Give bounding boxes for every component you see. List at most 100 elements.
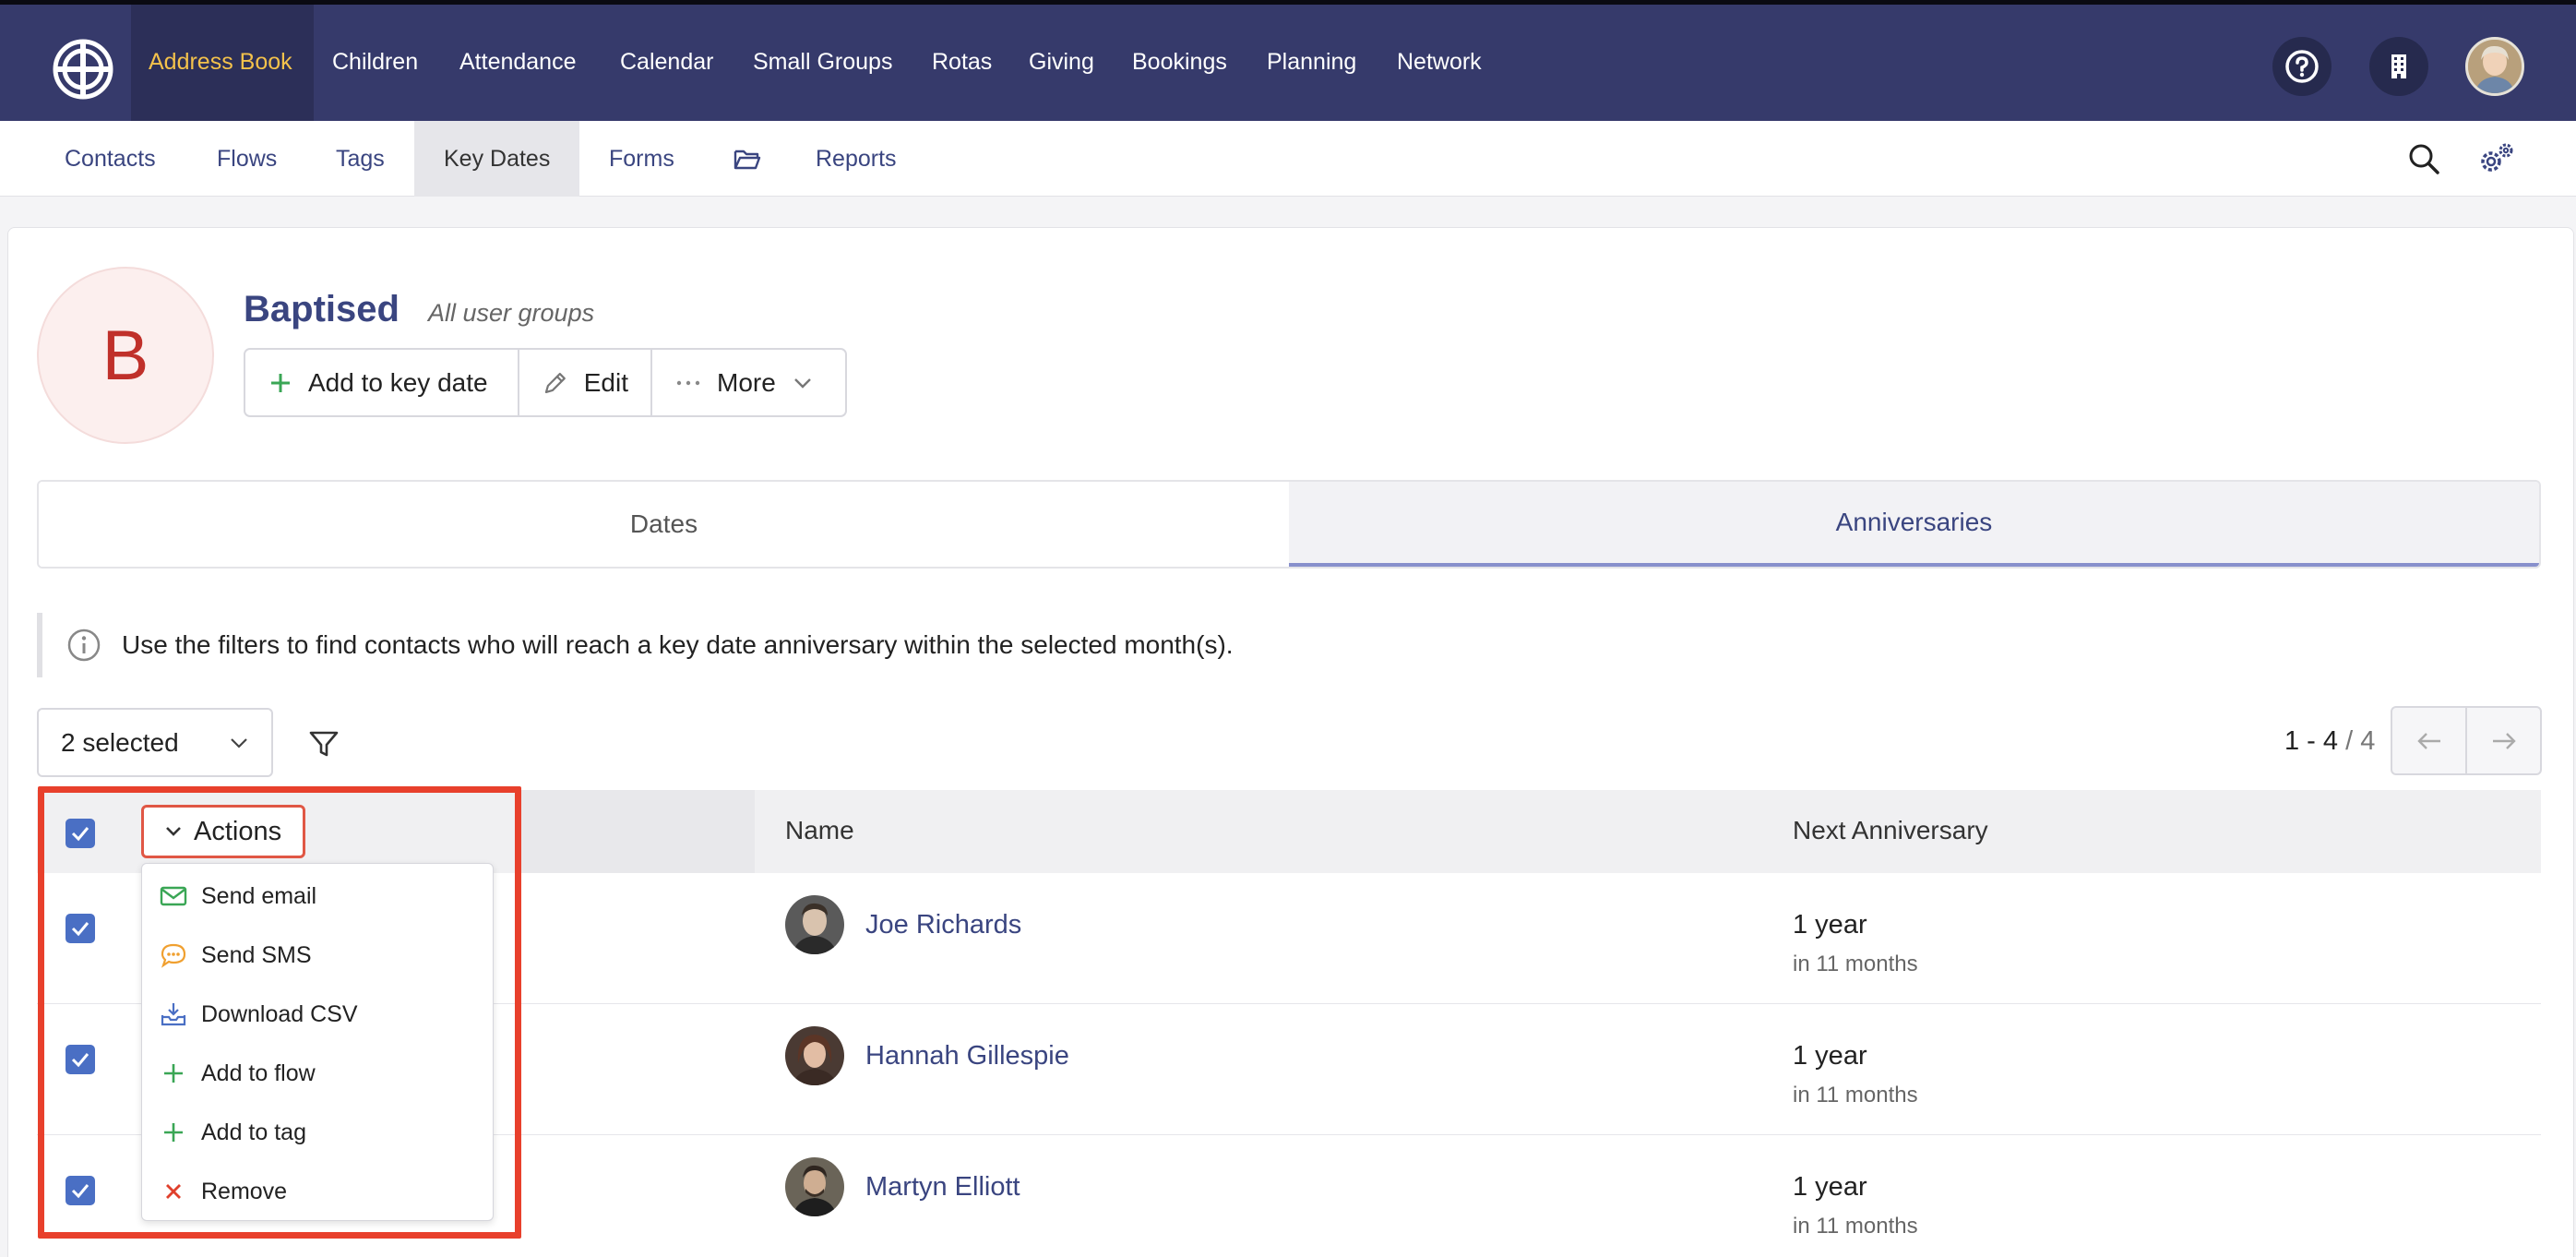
folder-open-icon	[733, 150, 761, 170]
column-header-name[interactable]: Name	[785, 816, 854, 845]
actions-dropdown-menu: Send email Send SMS Download CSV Add to …	[141, 863, 494, 1221]
anniversary-relative-time: in 11 months	[1793, 1083, 1918, 1107]
next-page-button[interactable]	[2467, 708, 2540, 773]
help-button[interactable]	[2272, 37, 2332, 96]
pagination-info: 1 - 4 / 4	[2284, 726, 2375, 757]
menu-item-remove[interactable]: Remove	[142, 1162, 493, 1221]
contact-name-link[interactable]: Hannah Gillespie	[865, 1041, 1069, 1071]
anniversary-value: 1 year	[1793, 1041, 1867, 1071]
ellipsis-icon	[676, 380, 700, 385]
subnav-reports[interactable]: Reports	[816, 146, 897, 173]
info-message: Use the filters to find contacts who wil…	[37, 613, 2541, 677]
menu-item-label: Send SMS	[201, 941, 312, 968]
sub-navigation-bar: Contacts Flows Tags Key Dates Forms Repo…	[0, 121, 2576, 197]
edit-label: Edit	[583, 367, 628, 397]
arrow-left-icon	[2416, 732, 2440, 749]
topnav-address-book[interactable]: Address Book	[149, 49, 292, 76]
month-filter-value: 2 selected	[61, 727, 179, 757]
pagination-separator: /	[2338, 726, 2361, 756]
menu-item-add-to-tag[interactable]: Add to tag	[142, 1103, 493, 1162]
column-header-next-anniversary[interactable]: Next Anniversary	[1793, 816, 1988, 845]
user-avatar[interactable]	[2465, 37, 2524, 96]
chevron-down-icon	[793, 377, 811, 389]
menu-item-download-csv[interactable]: Download CSV	[142, 985, 493, 1044]
contact-photo	[785, 1157, 844, 1216]
pencil-icon	[544, 372, 566, 393]
info-text: Use the filters to find contacts who wil…	[122, 630, 1234, 659]
pagination-total: 4	[2360, 726, 2376, 756]
top-navigation-bar: Address Book Children Attendance Calenda…	[0, 0, 2576, 121]
month-filter-select[interactable]: 2 selected	[37, 708, 273, 777]
help-icon	[2285, 50, 2319, 83]
subnav-flows[interactable]: Flows	[217, 146, 277, 173]
subnav-forms[interactable]: Forms	[609, 146, 674, 173]
add-to-key-date-button[interactable]: Add to key date	[245, 350, 519, 415]
menu-item-label: Add to tag	[201, 1119, 306, 1145]
plus-icon	[164, 1064, 183, 1083]
menu-item-label: Download CSV	[201, 1000, 358, 1027]
edit-button[interactable]: Edit	[519, 350, 652, 415]
topnav-giving[interactable]: Giving	[1029, 49, 1094, 76]
key-date-avatar: B	[37, 267, 214, 444]
menu-item-add-to-flow[interactable]: Add to flow	[142, 1044, 493, 1103]
chevron-down-icon	[166, 827, 181, 836]
topnav-calendar[interactable]: Calendar	[620, 49, 713, 76]
topnav-network[interactable]: Network	[1397, 49, 1482, 76]
anniversary-relative-time: in 11 months	[1793, 952, 1918, 976]
page-subtitle: All user groups	[428, 299, 595, 327]
plus-icon	[164, 1123, 183, 1142]
user-avatar-image	[2468, 40, 2522, 93]
table-header	[37, 790, 2541, 873]
topnav-attendance[interactable]: Attendance	[459, 49, 577, 76]
more-label: More	[717, 367, 776, 397]
filter-icon[interactable]	[308, 728, 340, 760]
info-icon	[67, 628, 101, 662]
checkmark-icon	[71, 1053, 89, 1068]
contact-avatar	[785, 1157, 844, 1216]
envelope-icon	[160, 886, 187, 906]
menu-item-send-sms[interactable]: Send SMS	[142, 926, 493, 985]
plus-icon	[271, 373, 290, 392]
topnav-children[interactable]: Children	[332, 49, 418, 76]
actions-dropdown-button[interactable]: Actions	[141, 805, 305, 858]
organisation-button[interactable]	[2369, 37, 2428, 96]
menu-item-label: Add to flow	[201, 1059, 316, 1086]
contact-avatar	[785, 895, 844, 954]
contact-name-link[interactable]: Joe Richards	[865, 910, 1021, 940]
subnav-key-dates[interactable]: Key Dates	[444, 146, 550, 173]
arrow-right-icon	[2492, 732, 2516, 749]
subnav-tags[interactable]: Tags	[336, 146, 385, 173]
menu-item-send-email[interactable]: Send email	[142, 867, 493, 926]
settings-icon[interactable]	[2476, 141, 2517, 178]
tab-anniversaries[interactable]: Anniversaries	[1289, 482, 2539, 567]
app-logo-icon[interactable]	[52, 38, 114, 101]
row-checkbox[interactable]	[66, 1176, 95, 1205]
select-all-checkbox[interactable]	[66, 819, 95, 848]
previous-page-button[interactable]	[2392, 708, 2467, 773]
topnav-small-groups[interactable]: Small Groups	[753, 49, 892, 76]
contact-photo	[785, 1026, 844, 1085]
building-icon	[2391, 54, 2406, 78]
download-icon	[161, 1003, 186, 1026]
close-icon	[166, 1184, 181, 1199]
actions-label: Actions	[194, 816, 282, 846]
checkmark-icon	[71, 827, 89, 842]
menu-item-label: Remove	[201, 1178, 288, 1204]
page-title: Baptised	[244, 289, 400, 329]
anniversary-value: 1 year	[1793, 910, 1867, 940]
chevron-down-icon	[231, 738, 247, 748]
contact-name-link[interactable]: Martyn Elliott	[865, 1172, 1020, 1203]
row-checkbox[interactable]	[66, 1045, 95, 1074]
subnav-contacts[interactable]: Contacts	[65, 146, 156, 173]
checkmark-icon	[71, 922, 89, 937]
topnav-rotas[interactable]: Rotas	[932, 49, 992, 76]
topnav-planning[interactable]: Planning	[1267, 49, 1356, 76]
row-checkbox[interactable]	[66, 914, 95, 943]
tab-dates[interactable]: Dates	[39, 482, 1289, 567]
more-button[interactable]: More	[652, 350, 845, 415]
search-icon[interactable]	[2407, 142, 2440, 175]
topnav-bookings[interactable]: Bookings	[1132, 49, 1227, 76]
menu-item-label: Send email	[201, 882, 317, 909]
anniversary-value: 1 year	[1793, 1172, 1867, 1202]
checkmark-icon	[71, 1184, 89, 1199]
